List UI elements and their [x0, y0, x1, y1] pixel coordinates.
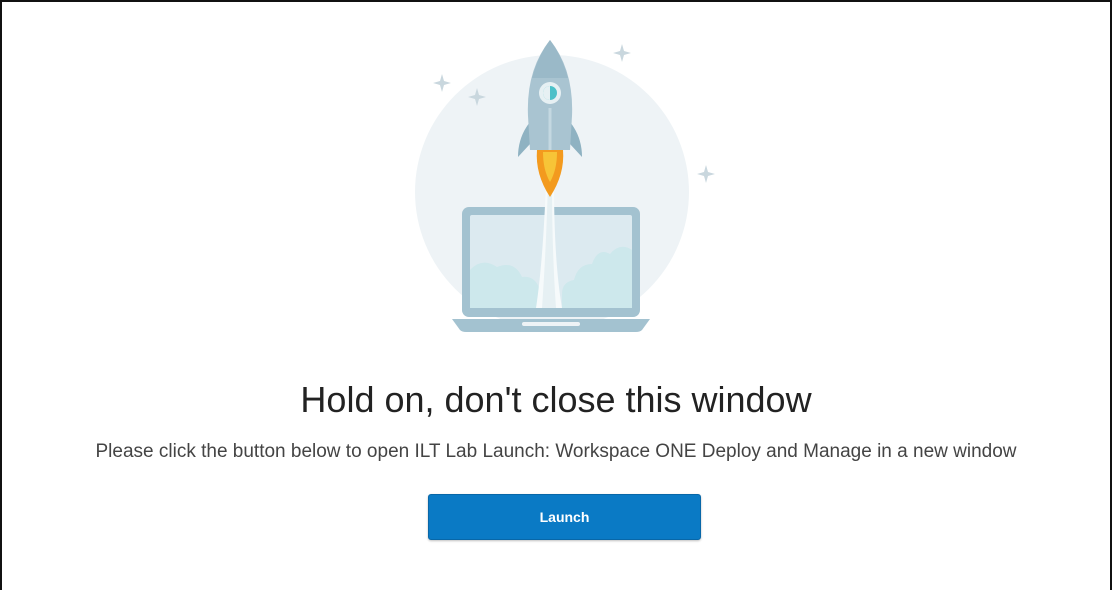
launch-button[interactable]: Launch	[428, 494, 701, 540]
page-frame: Hold on, don't close this window Please …	[0, 0, 1112, 590]
page-title: Hold on, don't close this window	[300, 379, 812, 420]
rocket-launch-illustration	[415, 40, 715, 332]
launch-instructions: Please click the button below to open IL…	[95, 441, 1017, 462]
